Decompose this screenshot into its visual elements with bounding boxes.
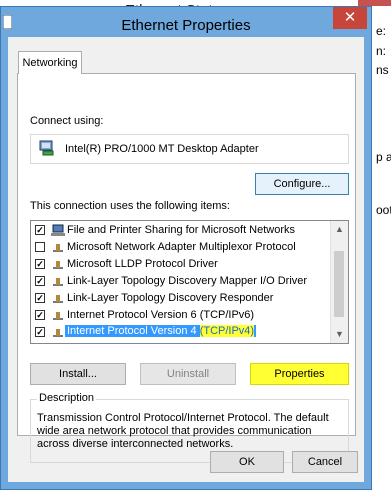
item-label-highlight: (TCP/IPv4) — [199, 325, 255, 337]
item-label: Internet Protocol Version 6 (TCP/IPv6) — [67, 309, 255, 321]
item-checkbox[interactable]: ✓ — [35, 310, 45, 320]
connect-using-label: Connect using: — [30, 115, 104, 127]
list-item[interactable]: ✓ File and Printer Sharing for Microsoft… — [31, 222, 331, 239]
components-list[interactable]: ✓ File and Printer Sharing for Microsoft… — [30, 220, 349, 344]
item-label: File and Printer Sharing for Microsoft N… — [67, 224, 296, 236]
properties-button[interactable]: Properties — [250, 363, 349, 385]
scroll-thumb[interactable] — [334, 251, 344, 317]
item-label-main: Internet Protocol Version 4 — [67, 325, 200, 337]
background-text-1: e: — [376, 24, 387, 38]
list-item-selected[interactable]: ✓ Internet Protocol Version 4 (TCP/IPv4) — [31, 324, 331, 341]
scroll-up-arrow-icon[interactable]: ▲ — [331, 221, 348, 238]
cancel-button[interactable]: Cancel — [292, 451, 358, 473]
close-button[interactable]: ✕ — [333, 7, 367, 29]
description-text: Transmission Control Protocol/Internet P… — [37, 412, 329, 450]
description-title: Description — [37, 392, 97, 404]
network-service-icon — [51, 224, 65, 236]
item-checkbox[interactable]: ✓ — [35, 327, 45, 337]
items-section-label: This connection uses the following items… — [30, 200, 230, 212]
item-label: Internet Protocol Version 4 (TCP/IPv4) — [65, 325, 257, 337]
network-adapter-icon — [39, 140, 54, 156]
ethernet-properties-dialog: Ethernet Properties ✕ Networking Connect… — [0, 6, 372, 490]
ok-button[interactable]: OK — [210, 451, 284, 473]
install-button[interactable]: Install... — [30, 363, 126, 385]
item-checkbox[interactable]: ✓ — [35, 259, 45, 269]
scroll-down-arrow-icon[interactable]: ▼ — [331, 326, 348, 343]
item-checkbox[interactable] — [35, 242, 45, 252]
list-item[interactable]: ✓ Link-Layer Topology Discovery Responde… — [31, 290, 331, 307]
item-checkbox[interactable]: ✓ — [35, 293, 45, 303]
uninstall-button[interactable]: Uninstall — [140, 363, 236, 385]
background-text-3: ns — [376, 63, 389, 77]
protocol-icon — [53, 295, 63, 303]
background-text-2: n: — [376, 44, 387, 58]
protocol-icon — [53, 329, 63, 337]
item-checkbox[interactable]: ✓ — [35, 276, 45, 286]
list-item[interactable]: Microsoft Network Adapter Multiplexor Pr… — [31, 239, 331, 256]
adapter-box: Intel(R) PRO/1000 MT Desktop Adapter — [30, 134, 349, 164]
item-checkbox[interactable]: ✓ — [35, 225, 45, 235]
item-label: Link-Layer Topology Discovery Responder — [67, 292, 274, 304]
configure-button[interactable]: Configure... — [255, 173, 349, 195]
item-label: Microsoft Network Adapter Multiplexor Pr… — [67, 241, 296, 253]
item-label: Link-Layer Topology Discovery Mapper I/O… — [67, 275, 308, 287]
list-item[interactable]: ✓ Link-Layer Topology Discovery Mapper I… — [31, 273, 331, 290]
list-item[interactable]: ✓ Microsoft LLDP Protocol Driver — [31, 256, 331, 273]
adapter-name: Intel(R) PRO/1000 MT Desktop Adapter — [65, 143, 259, 155]
protocol-icon — [53, 261, 63, 269]
tab-networking[interactable]: Networking — [18, 51, 82, 74]
item-label: Microsoft LLDP Protocol Driver — [67, 258, 218, 270]
protocol-icon — [53, 312, 63, 320]
protocol-icon — [53, 244, 63, 252]
background-text-4: p a — [376, 150, 391, 164]
dialog-title: Ethernet Properties — [121, 17, 251, 34]
protocol-icon — [53, 278, 63, 286]
list-scrollbar[interactable]: ▲ ▼ — [330, 221, 348, 343]
dialog-client-area: Networking Connect using: Intel(R) PRO/1… — [8, 37, 364, 482]
list-item[interactable]: ✓ Internet Protocol Version 6 (TCP/IPv6) — [31, 307, 331, 324]
background-text-5: oot — [376, 203, 391, 217]
networking-panel: Connect using: Intel(R) PRO/1000 MT Desk… — [17, 73, 356, 463]
